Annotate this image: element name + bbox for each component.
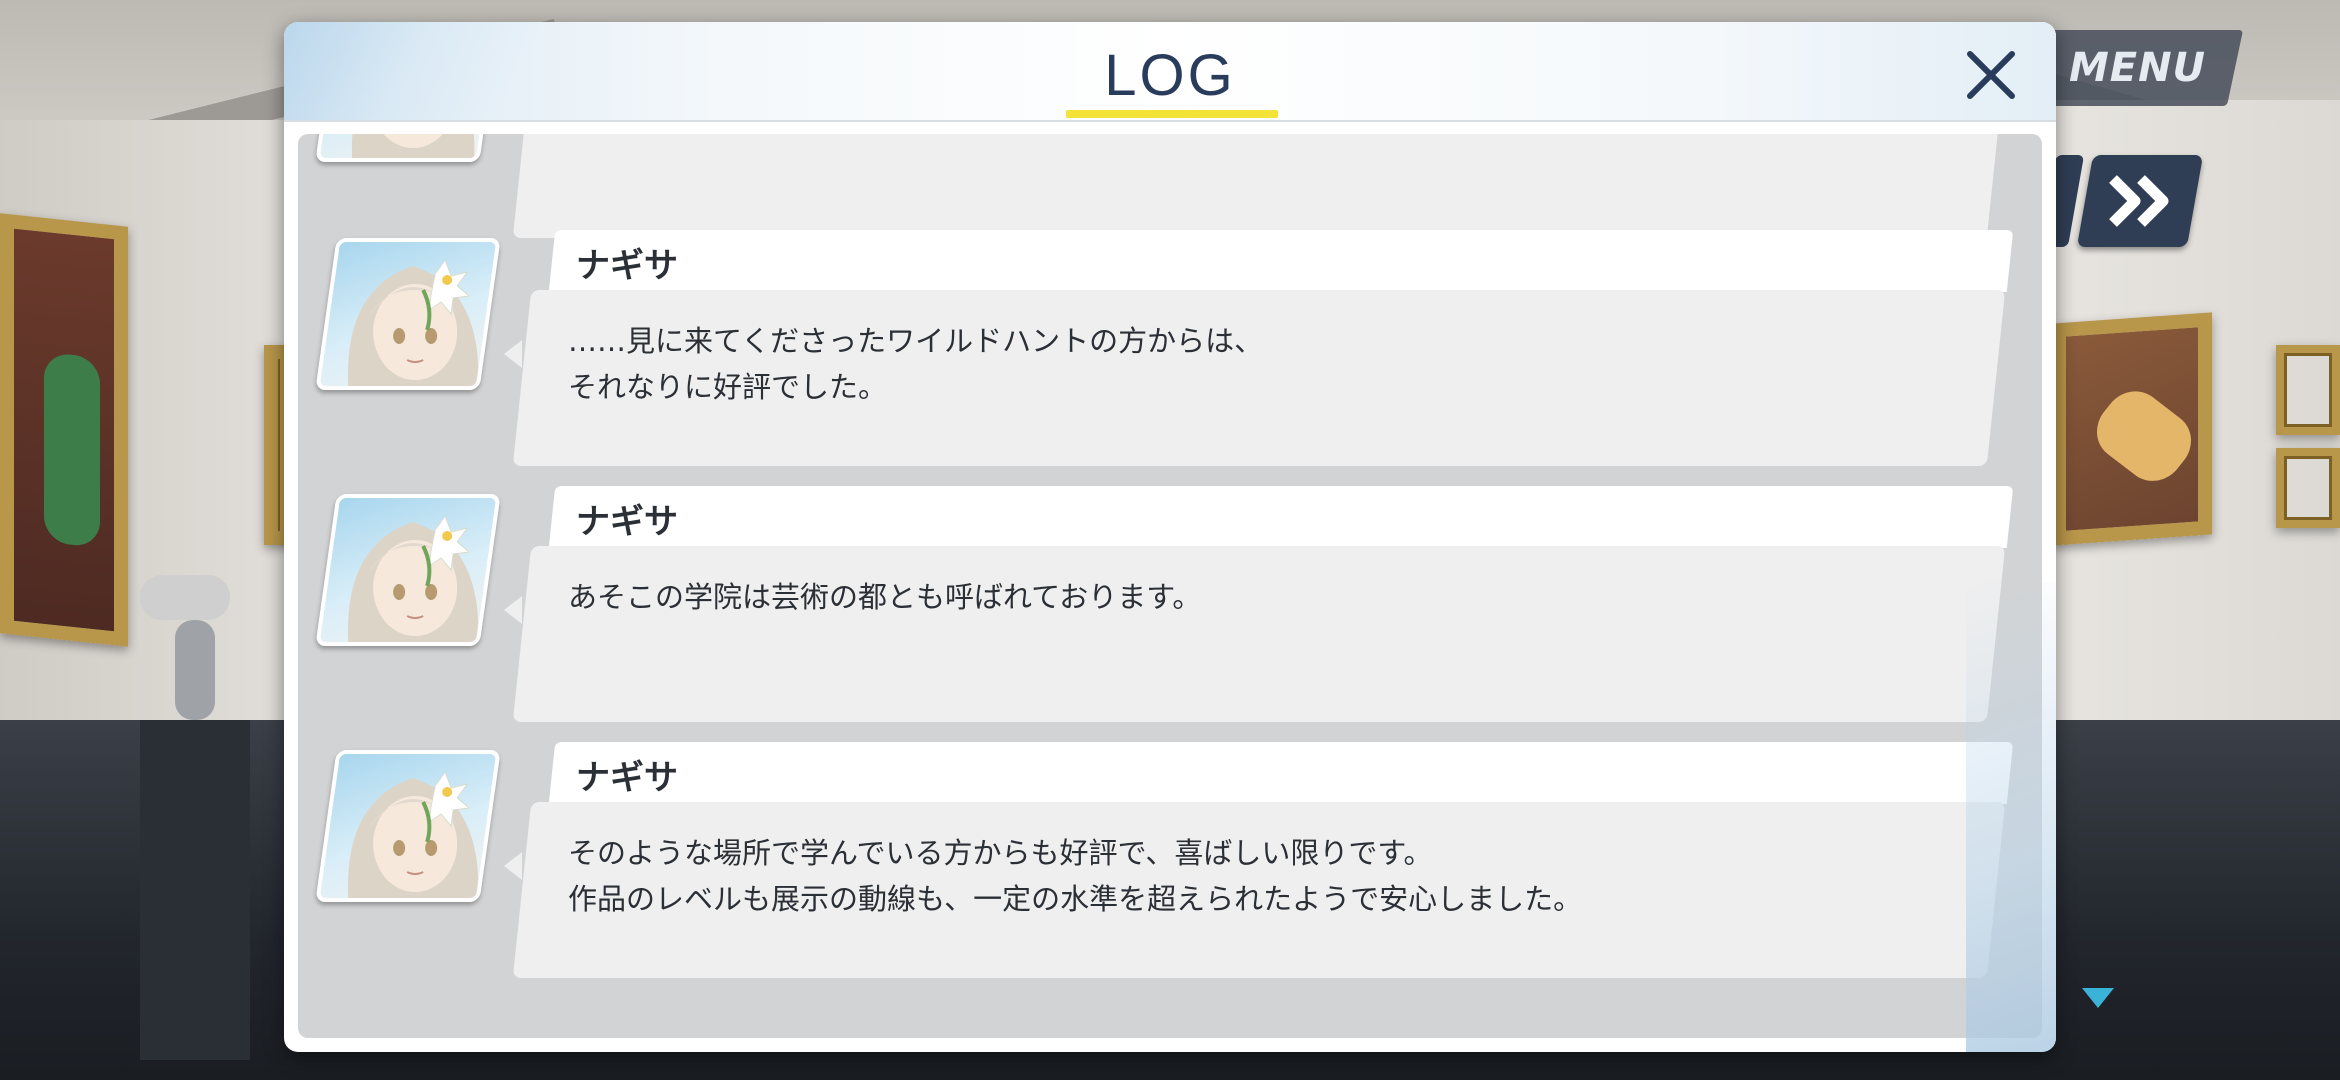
log-entry	[298, 134, 2042, 242]
message-text: そのような場所で学んでいる方からも好評で、喜ばしい限りです。 作品のレベルも展示…	[568, 836, 1583, 916]
menu-button[interactable]: MENU	[2031, 30, 2244, 106]
panel-decoration	[1966, 582, 2056, 1052]
log-entry: ナギサ そのような場所で学んでいる方からも好評で、喜ばしい限りです。 作品のレベ…	[298, 742, 2042, 982]
speaker-name: ナギサ	[576, 758, 678, 798]
double-chevron-right-icon	[2109, 175, 2169, 227]
bubble-tail	[504, 596, 522, 624]
triangle-down-icon	[2082, 988, 2114, 1008]
painting-frame	[2276, 448, 2340, 528]
painting-frame	[2276, 345, 2340, 435]
painting-frame	[0, 213, 128, 647]
log-window: LOG ナギサ ……見に来てくださったワイルドハントの方からは、 それなりに好評…	[284, 22, 2056, 1052]
speaker-portrait	[315, 494, 501, 646]
bubble-tail	[504, 340, 522, 368]
message-text: ……見に来てくださったワイルドハントの方からは、 それなりに好評でした。	[568, 324, 1264, 404]
character-portrait-icon	[348, 514, 479, 646]
character-portrait-icon	[348, 770, 479, 902]
speaker-name-tag	[548, 230, 2014, 292]
character-portrait-icon	[348, 258, 479, 390]
menu-button-label: MENU	[2068, 45, 2207, 91]
log-entry: ナギサ あそこの学院は芸術の都とも呼ばれております。	[298, 486, 2042, 726]
speaker-portrait	[315, 238, 501, 390]
log-title: LOG	[1104, 43, 1236, 108]
speaker-portrait	[315, 750, 501, 902]
close-button[interactable]	[1956, 40, 2026, 110]
speaker-portrait	[315, 134, 501, 162]
sculpture	[175, 620, 215, 720]
log-entry: ナギサ ……見に来てくださったワイルドハントの方からは、 それなりに好評でした。	[298, 230, 2042, 470]
speaker-name: ナギサ	[576, 502, 678, 542]
character-portrait-icon	[351, 134, 475, 162]
speaker-name-tag	[548, 742, 2014, 804]
title-underline	[1066, 110, 1278, 118]
pedestal	[140, 720, 250, 1060]
header-divider	[284, 120, 2056, 122]
message-text: あそこの学院は芸術の都とも呼ばれております。	[568, 580, 1202, 614]
log-scroll-area[interactable]: ナギサ ……見に来てくださったワイルドハントの方からは、 それなりに好評でした。	[298, 134, 2042, 1038]
speaker-name-tag	[548, 486, 2014, 548]
speaker-name: ナギサ	[576, 246, 678, 286]
log-header: LOG	[284, 22, 2056, 120]
fast-forward-button[interactable]	[2076, 155, 2204, 247]
painting-frame	[2052, 312, 2212, 546]
message-bubble	[512, 546, 2006, 722]
sculpture	[140, 575, 230, 620]
bubble-tail	[504, 852, 522, 880]
close-icon	[1967, 51, 2015, 99]
message-bubble	[512, 134, 2006, 238]
